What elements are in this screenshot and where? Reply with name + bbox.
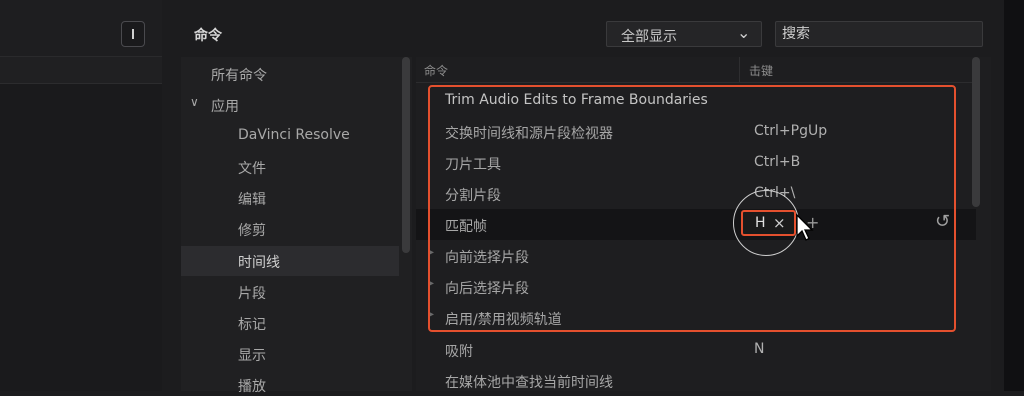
command-name: 在媒体池中查找当前时间线	[445, 375, 613, 391]
category-item-timeline[interactable]: 时间线	[238, 252, 280, 272]
category-item-edit[interactable]: 编辑	[238, 189, 266, 209]
column-header-command[interactable]: 命令	[424, 62, 448, 79]
commands-title: 命令	[194, 28, 222, 44]
category-item-trim[interactable]: 修剪	[238, 220, 266, 240]
panel-options-button[interactable]	[121, 21, 145, 47]
table-row[interactable]: 在媒体池中查找当前时间线	[416, 365, 976, 396]
command-scrollbar[interactable]	[972, 57, 980, 207]
category-item-all[interactable]: 所有命令	[211, 65, 267, 85]
search-input[interactable]	[776, 22, 982, 46]
category-scrollbar[interactable]	[402, 57, 410, 253]
chevron-down-icon: ⌄	[737, 23, 751, 42]
category-item-marker[interactable]: 标记	[238, 314, 266, 334]
show-filter-value: 全部显示	[621, 29, 677, 45]
annotation-highlight-box	[428, 85, 956, 332]
category-selected-highlight	[181, 246, 399, 276]
category-item-clip[interactable]: 片段	[238, 283, 266, 303]
command-name: 吸附	[445, 344, 473, 360]
bar-icon	[132, 29, 134, 39]
column-header-key[interactable]: 击键	[749, 62, 773, 79]
command-key: N	[754, 341, 765, 357]
search-field[interactable]	[775, 21, 983, 47]
expand-chevron-icon[interactable]: ∨	[190, 95, 199, 109]
table-header: 命令 击键	[416, 57, 976, 83]
category-item-playback[interactable]: 播放	[238, 376, 266, 396]
category-item-davinci[interactable]: DaVinci Resolve	[238, 127, 350, 143]
left-panel-subheader	[0, 57, 162, 84]
category-item-app[interactable]: 应用	[211, 96, 239, 116]
table-row[interactable]: 吸附 N	[416, 334, 976, 365]
column-divider[interactable]	[739, 57, 740, 82]
category-item-file[interactable]: 文件	[238, 158, 266, 178]
category-item-view[interactable]: 显示	[238, 345, 266, 365]
right-edge-panel	[1004, 0, 1024, 391]
show-filter-select[interactable]: 全部显示 ⌄	[606, 21, 762, 47]
